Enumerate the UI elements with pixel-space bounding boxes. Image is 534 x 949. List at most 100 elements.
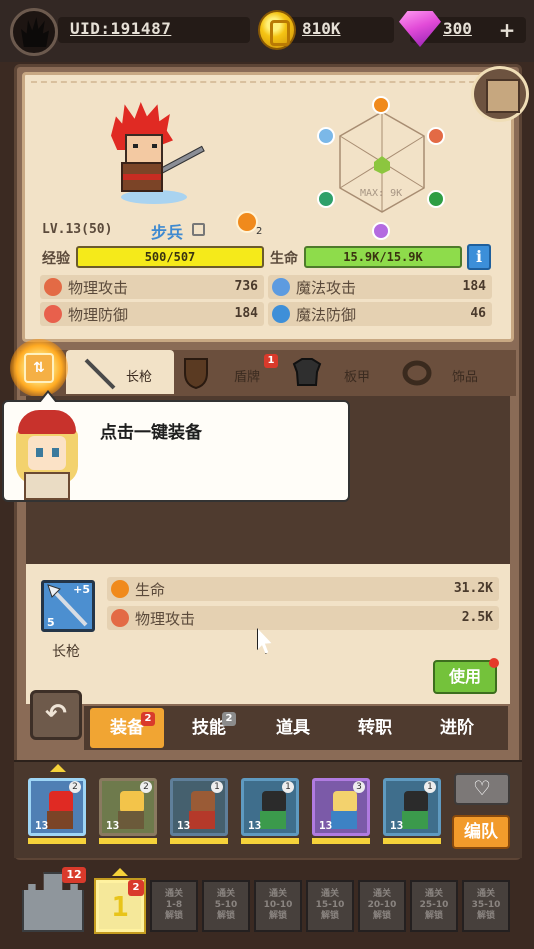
magic-icon bbox=[272, 278, 290, 296]
magic-shield-icon bbox=[272, 305, 290, 323]
stat-value: 184 bbox=[462, 279, 486, 294]
tab-label: 饰品 bbox=[452, 370, 479, 385]
team-hero-card[interactable]: 13 3 bbox=[312, 778, 370, 836]
auto-equip-button[interactable]: ⇅ bbox=[10, 339, 68, 397]
nav-badge: 2 bbox=[222, 712, 236, 726]
stage-locked[interactable]: 通关 35-10 解锁 bbox=[462, 880, 510, 932]
hp-label: 生命 bbox=[270, 251, 298, 267]
use-button[interactable]: 使用 bbox=[433, 658, 499, 694]
spear-item-icon[interactable]: +5 5 bbox=[41, 580, 95, 632]
exp-label: 经验 bbox=[42, 251, 70, 267]
hero-head bbox=[404, 791, 428, 813]
stage-locked[interactable]: 通关 15-10 解锁 bbox=[306, 880, 354, 932]
scroll-button[interactable] bbox=[471, 66, 529, 122]
stage-locked[interactable]: 通关 10-10 解锁 bbox=[254, 880, 302, 932]
team-button[interactable]: 编队 bbox=[452, 815, 510, 849]
hero-level: 13 bbox=[35, 819, 49, 832]
hero-energy-bar bbox=[99, 838, 157, 844]
item-count: 5 bbox=[47, 616, 55, 629]
stat-value: 184 bbox=[234, 306, 258, 321]
stage-lock-text: 5-10 bbox=[214, 900, 238, 910]
add-gems-button[interactable]: + bbox=[494, 17, 520, 43]
stage-lock-text: 35-10 bbox=[471, 900, 501, 910]
hero-level: 13 bbox=[319, 819, 333, 832]
stage-lock-text: 10-10 bbox=[263, 900, 293, 910]
hero-head bbox=[262, 791, 286, 813]
tab-accessory[interactable]: 饰品 bbox=[396, 350, 510, 394]
hero-body bbox=[118, 811, 144, 829]
tab-shield[interactable]: 盾牌 1 bbox=[176, 350, 284, 394]
team-hero-card[interactable]: 13 1 bbox=[241, 778, 299, 836]
edit-icon[interactable] bbox=[192, 223, 205, 236]
class-badge-icon[interactable] bbox=[236, 211, 258, 233]
team-hero-card[interactable]: 13 2 bbox=[99, 778, 157, 836]
heart-button[interactable] bbox=[454, 773, 510, 805]
hero-head bbox=[49, 791, 73, 813]
stat-row: 魔法攻击 184 bbox=[268, 275, 492, 299]
uid-text[interactable]: UID:191487 bbox=[70, 19, 171, 38]
hero-class[interactable]: 步兵 bbox=[151, 219, 183, 243]
stage-locked[interactable]: 通关 1-8 解锁 bbox=[150, 880, 198, 932]
hero-count: 1 bbox=[424, 781, 436, 793]
nav-label: 装备 bbox=[110, 718, 144, 738]
stage-locked[interactable]: 通关 5-10 解锁 bbox=[202, 880, 250, 932]
tab-job-change[interactable]: 转职 bbox=[338, 708, 412, 748]
tab-items[interactable]: 道具 bbox=[256, 708, 330, 748]
tab-label: 板甲 bbox=[344, 370, 371, 385]
radar-bottomright-icon bbox=[427, 190, 445, 208]
castle-badge: 12 bbox=[62, 867, 86, 883]
tab-spear[interactable]: 长枪 bbox=[66, 350, 174, 394]
hero-energy-bar bbox=[28, 838, 86, 844]
stage-lock-text: 解锁 bbox=[216, 911, 235, 921]
stat-label: 物理防御 bbox=[68, 306, 129, 324]
team-hero-card[interactable]: 13 1 bbox=[383, 778, 441, 836]
info-button[interactable]: i bbox=[467, 244, 491, 270]
nav-label: 进阶 bbox=[440, 718, 474, 738]
back-button[interactable]: ↶ bbox=[30, 690, 82, 740]
team-hero-card[interactable]: 13 2 bbox=[28, 778, 86, 836]
radar-topright-icon bbox=[427, 127, 445, 145]
hero-energy-bar bbox=[170, 838, 228, 844]
shield-icon bbox=[44, 305, 62, 323]
stage-lock-text: 通关 bbox=[424, 889, 443, 899]
stage-lock-text: 解锁 bbox=[476, 911, 495, 921]
hero-energy-bar bbox=[383, 838, 441, 844]
sword-icon bbox=[111, 609, 129, 627]
stage-lock-text: 通关 bbox=[476, 889, 495, 899]
selected-arrow-icon bbox=[50, 764, 66, 772]
stage-locked[interactable]: 通关 25-10 解锁 bbox=[410, 880, 458, 932]
stage-lock-text: 15-10 bbox=[315, 900, 345, 910]
stage-locked[interactable]: 通关 20-10 解锁 bbox=[358, 880, 406, 932]
hero-body bbox=[331, 811, 357, 829]
stat-label: 物理攻击 bbox=[68, 279, 129, 297]
gold-amount[interactable]: 810K bbox=[302, 19, 341, 38]
stat-label: 物理攻击 bbox=[135, 610, 196, 628]
hero-level: 13 bbox=[106, 819, 120, 832]
stage-lock-text: 解锁 bbox=[424, 911, 443, 921]
hero-count: 1 bbox=[282, 781, 294, 793]
hero-body bbox=[260, 811, 286, 829]
hero-count: 1 bbox=[211, 781, 223, 793]
tab-advance[interactable]: 进阶 bbox=[420, 708, 494, 748]
radar-hexagon bbox=[339, 111, 425, 213]
player-avatar[interactable] bbox=[10, 8, 58, 56]
stat-value: 46 bbox=[470, 306, 486, 321]
hero-count: 2 bbox=[140, 781, 152, 793]
radar-top-icon bbox=[372, 96, 390, 114]
radar-bottom-icon bbox=[372, 222, 390, 240]
stage-lock-text: 解锁 bbox=[372, 911, 391, 921]
hero-energy-bar bbox=[312, 838, 370, 844]
tab-badge: 1 bbox=[264, 354, 278, 368]
stat-label: 生命 bbox=[135, 581, 166, 599]
hero-level: 13 bbox=[177, 819, 191, 832]
hero-sprite bbox=[105, 102, 205, 207]
hero-count: 2 bbox=[69, 781, 81, 793]
hero-level: 13 bbox=[248, 819, 262, 832]
gold-coin-icon bbox=[258, 10, 296, 50]
tab-armor[interactable]: 板甲 bbox=[286, 350, 394, 394]
use-label: 使用 bbox=[448, 667, 481, 686]
armor-icon bbox=[292, 358, 322, 386]
gem-amount[interactable]: 300 bbox=[443, 19, 472, 38]
team-hero-card[interactable]: 13 1 bbox=[170, 778, 228, 836]
stat-value: 2.5K bbox=[461, 610, 493, 625]
